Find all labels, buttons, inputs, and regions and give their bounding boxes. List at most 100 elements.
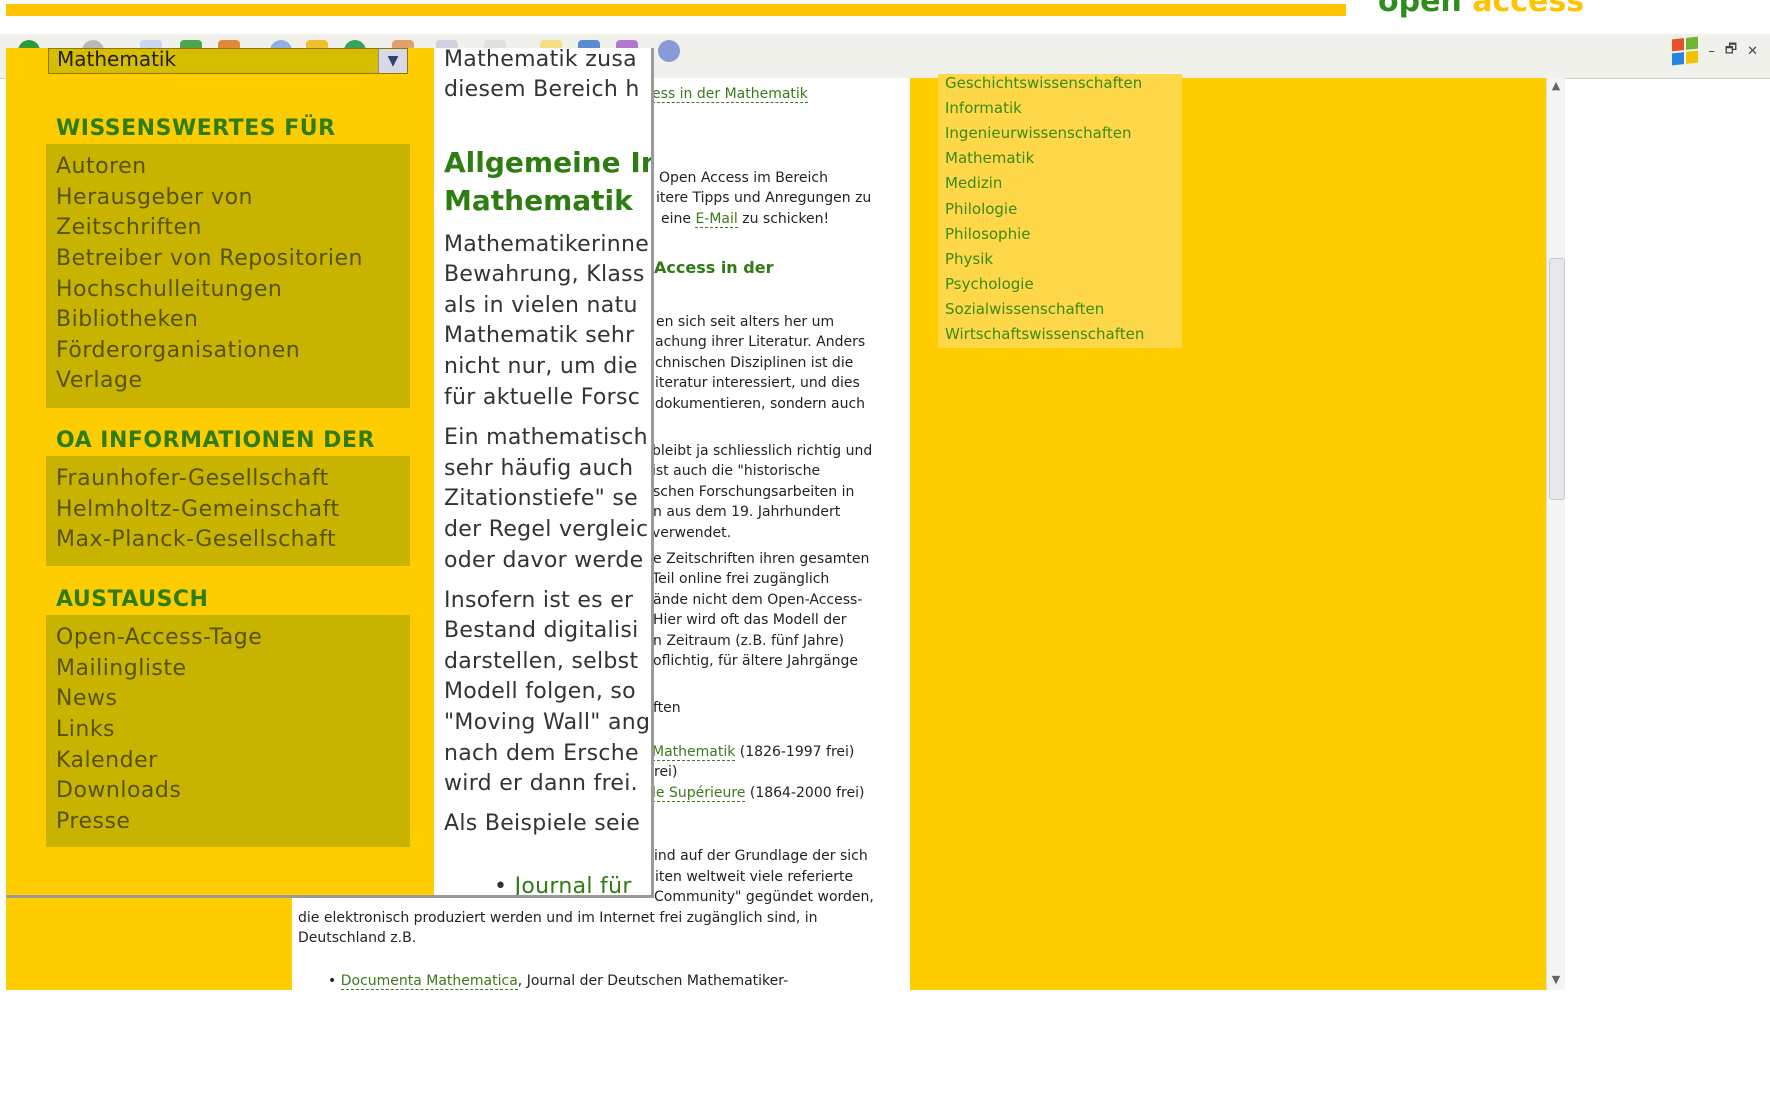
oa-mathematik-link[interactable]: ess in der Mathematik [652, 86, 808, 103]
scroll-up-icon[interactable]: ▲ [1550, 80, 1562, 92]
subject-item[interactable]: Physik [945, 250, 993, 268]
magnified-line: Als Beispiele seie [444, 811, 641, 836]
p3-line: Hier wird oft das Modell der [653, 612, 847, 628]
journal-item-1b: rei) [654, 764, 678, 780]
nav-section-title: OA INFORMATIONEN DER [56, 428, 375, 453]
p3-line: n Zeitraum (z.B. fünf Jahre) [653, 633, 845, 649]
journal-item-2: le Supérieure (1864-2000 frei) [652, 783, 864, 803]
journal-fuer-link[interactable]: Journal für [515, 874, 632, 895]
magnified-line: nach dem Ersche [444, 741, 639, 766]
documenta-item: • Documenta Mathematica, Journal der Deu… [328, 973, 789, 990]
nav-item[interactable]: Autoren [56, 154, 147, 179]
journal-link-2[interactable]: le Supérieure [652, 785, 746, 802]
nav-item[interactable]: Links [56, 717, 115, 742]
documenta-link[interactable]: Documenta Mathematica [340, 973, 518, 990]
nav-item[interactable]: Downloads [56, 778, 181, 803]
p3-line: e Zeitschriften ihren gesamten [653, 551, 870, 567]
subject-item[interactable]: Sozialwissenschaften [945, 300, 1104, 318]
documenta-rest: , Journal der Deutschen Mathematiker- [517, 973, 789, 989]
magnified-line: "Moving Wall" ang [444, 710, 651, 735]
journal-years-1: (1826-1997 frei) [735, 744, 855, 760]
p5-line: iten weltweit viele referierte [655, 869, 854, 885]
intro-line-2: itere Tipps und Anregungen zu [656, 190, 872, 206]
magnified-line: Insofern ist es er [444, 588, 634, 613]
p6-line: Deutschland z.B. [298, 930, 417, 946]
minimize-button[interactable]: – [1708, 44, 1715, 59]
p2-line: ist auch die "historische [652, 463, 821, 479]
magnified-line: nicht nur, um die [444, 354, 638, 379]
subject-item[interactable]: Wirtschaftswissenschaften [945, 325, 1144, 343]
p5-line: Community" gegündet worden, [654, 889, 874, 905]
subject-item[interactable]: Informatik [945, 99, 1022, 117]
nav-item[interactable]: Fraunhofer-Gesellschaft [56, 466, 329, 491]
p3-line: ände nicht dem Open-Access- [653, 592, 863, 608]
restore-button[interactable]: 🗗 [1725, 40, 1737, 62]
p3-line: Teil online frei zugänglich [652, 571, 830, 587]
nav-item[interactable]: Herausgeber von [56, 185, 253, 210]
scroll-down-icon[interactable]: ▼ [1550, 974, 1562, 986]
nav-item[interactable]: Bibliotheken [56, 307, 198, 332]
subject-item[interactable]: Philosophie [945, 225, 1030, 243]
intro-line-3: eine E-Mail zu schicken! [661, 209, 829, 229]
window-controls: – 🗗 ✕ [1672, 36, 1758, 66]
scroll-thumb[interactable] [1549, 258, 1565, 500]
nav-item[interactable]: Open-Access-Tage [56, 625, 262, 650]
subject-item[interactable]: Medizin [945, 174, 1002, 192]
nav-section-box: Fraunhofer-Gesellschaft Helmholtz-Gemein… [46, 456, 410, 566]
subject-item[interactable]: Philologie [945, 200, 1017, 218]
p1-line: chnischen Disziplinen ist die [655, 355, 854, 371]
magnified-line: Mathematikerinne [444, 232, 650, 257]
subject-select-value: Mathematik [57, 48, 177, 71]
intro-post: zu schicken! [737, 211, 830, 227]
subject-item[interactable]: Mathematik [945, 149, 1034, 167]
p2-line: n aus dem 19. Jahrhundert [653, 504, 841, 520]
nav-section-title: WISSENSWERTES FÜR [56, 116, 336, 141]
section-heading: Access in der [654, 258, 774, 277]
magnified-line: Bestand digitalisi [444, 618, 639, 643]
magnified-line: für aktuelle Forsc [444, 385, 641, 410]
magnified-line: diesem Bereich h [444, 77, 640, 102]
p3-line: oflichtig, für ältere Jahrgänge [653, 653, 859, 669]
magnified-line: der Regel vergleic [444, 517, 649, 542]
close-button[interactable]: ✕ [1747, 44, 1758, 59]
nav-section-box: Open-Access-Tage Mailingliste News Links… [46, 615, 410, 847]
nav-item[interactable]: Verlage [56, 368, 143, 393]
subject-item[interactable]: Geschichtswissenschaften [945, 74, 1142, 92]
nav-item[interactable]: Kalender [56, 748, 158, 773]
subject-select[interactable]: Mathematik ▼ [48, 48, 408, 74]
email-link[interactable]: E-Mail [695, 211, 738, 228]
p4-line: ften [653, 700, 681, 716]
vertical-scrollbar[interactable]: ▲ ▼ [1546, 78, 1565, 990]
journal-link-1[interactable]: Mathematik [652, 744, 736, 761]
top-banner: open access [0, 0, 1770, 34]
nav-item[interactable]: News [56, 686, 117, 711]
journal-years-2: (1864-2000 frei) [745, 785, 865, 801]
site-logo[interactable]: open access [1378, 0, 1584, 19]
magnified-line: Ein mathematisch [444, 425, 648, 450]
nav-item[interactable]: Zeitschriften [56, 215, 202, 240]
nav-item[interactable]: Förderorganisationen [56, 338, 300, 363]
nav-item[interactable]: Helmholtz-Gemeinschaft [56, 497, 340, 522]
magnified-line: Modell folgen, so [444, 679, 636, 704]
nav-item[interactable]: Betreiber von Repositorien [56, 246, 363, 271]
magnifier-window: Mathematik ▼ WISSENSWERTES FÜR Autoren H… [6, 48, 654, 898]
magnified-line: Mathematik zusa [444, 48, 637, 72]
intro-pre: eine [661, 211, 696, 227]
nav-section-title: AUSTAUSCH [56, 587, 209, 612]
magnified-line: darstellen, selbst [444, 649, 639, 674]
users-icon[interactable] [658, 40, 680, 62]
nav-item[interactable]: Hochschulleitungen [56, 277, 282, 302]
subject-item[interactable]: Ingenieurwissenschaften [945, 124, 1131, 142]
content-link-top: ess in der Mathematik [652, 84, 808, 104]
magnified-line: Zitationstiefe" se [444, 486, 638, 511]
subject-item[interactable]: Psychologie [945, 275, 1034, 293]
nav-item[interactable]: Mailingliste [56, 656, 187, 681]
chevron-down-icon[interactable]: ▼ [378, 49, 407, 73]
journal-item-1: Mathematik (1826-1997 frei) [652, 742, 854, 762]
magnified-page: Mathematik zusa diesem Bereich h Allgeme… [434, 48, 651, 895]
nav-section-box: Autoren Herausgeber von Zeitschriften Be… [46, 144, 410, 408]
magnified-line: wird er dann frei. [444, 771, 638, 796]
nav-item[interactable]: Max-Planck-Gesellschaft [56, 527, 336, 552]
nav-item[interactable]: Presse [56, 809, 130, 834]
banner-stripe [6, 4, 1346, 16]
